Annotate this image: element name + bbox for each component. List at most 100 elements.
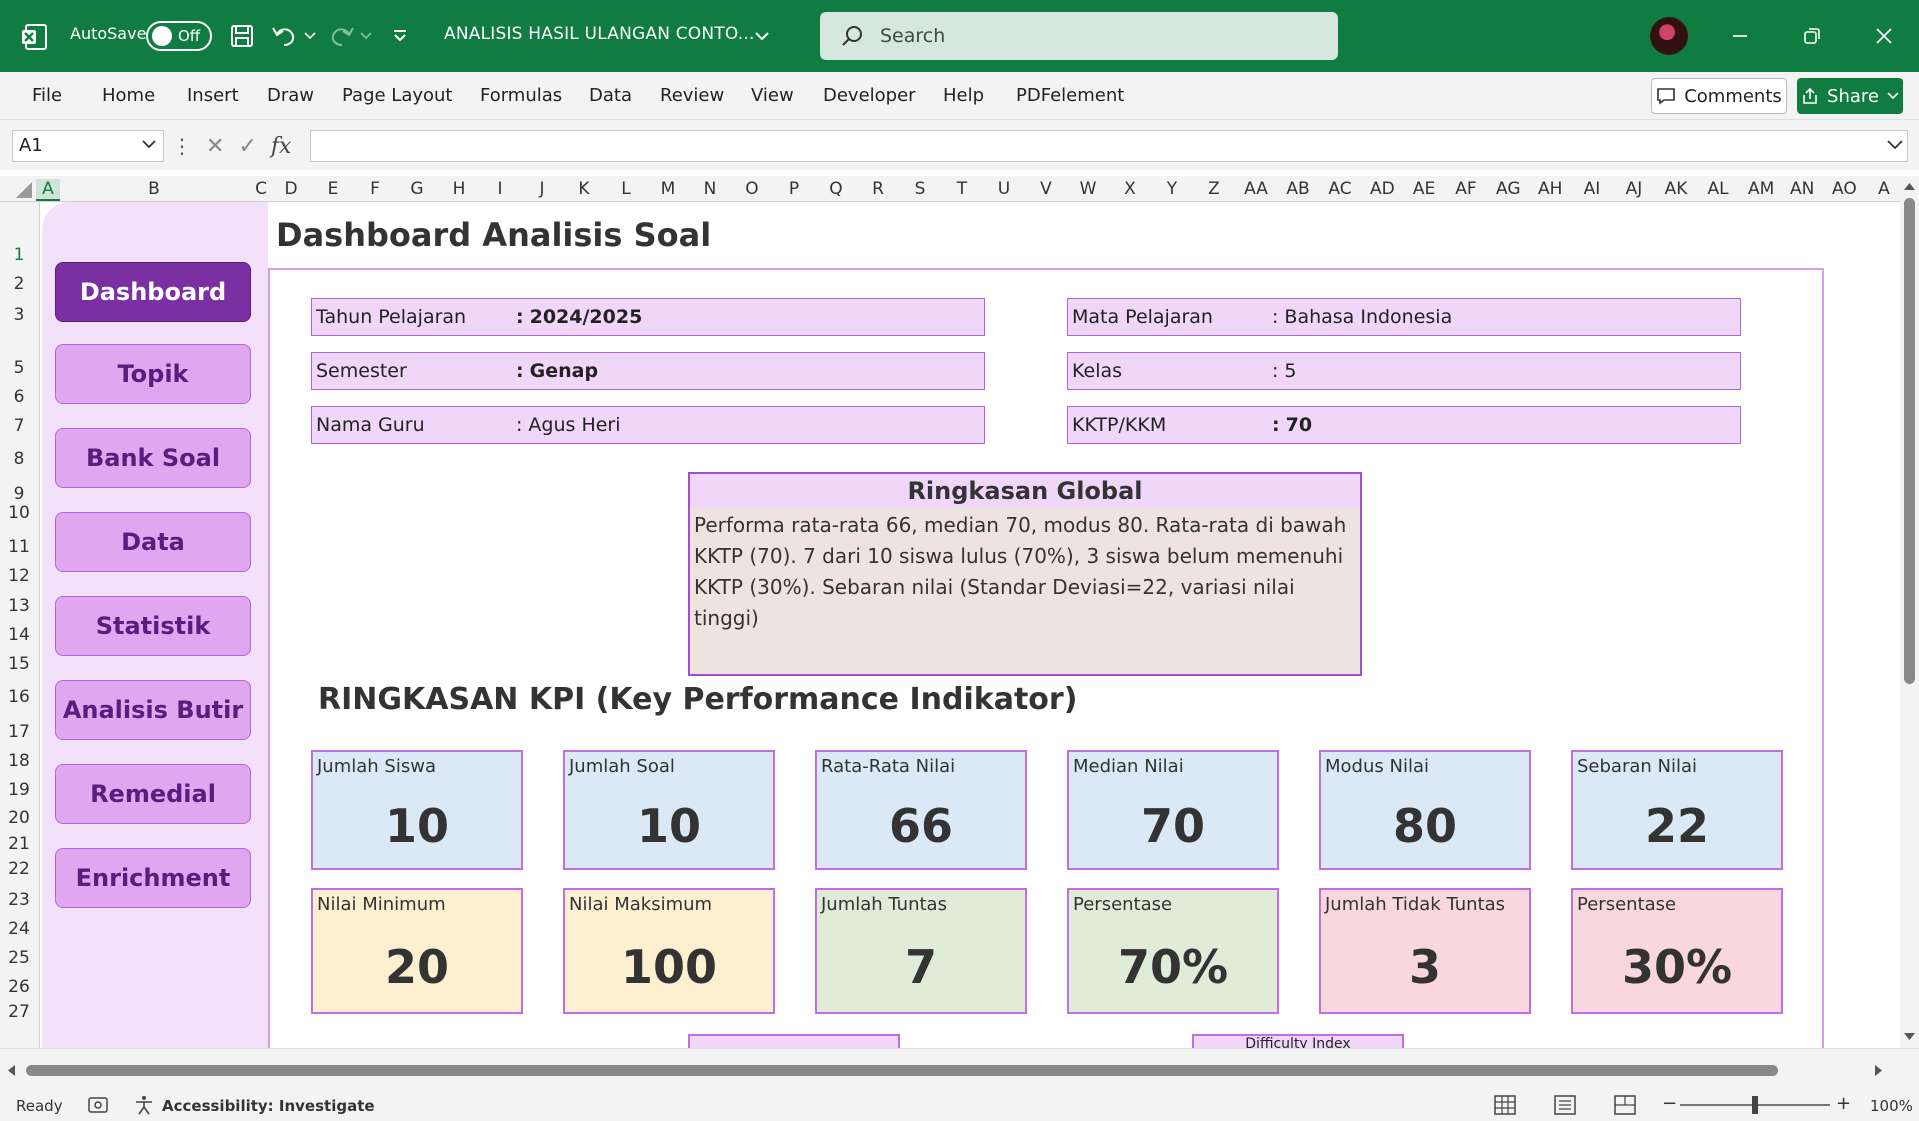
column-header[interactable]: F <box>363 179 387 199</box>
column-header[interactable]: D <box>279 179 303 199</box>
close-icon[interactable] <box>1866 18 1902 54</box>
row-header[interactable]: 10 <box>0 503 38 523</box>
column-header[interactable]: AH <box>1538 179 1562 199</box>
document-title[interactable]: ANALISIS HASIL ULANGAN CONTO... <box>444 24 755 44</box>
row-header[interactable]: 20 <box>0 808 38 828</box>
page-layout-view-icon[interactable] <box>1554 1095 1576 1115</box>
restore-icon[interactable] <box>1794 18 1830 54</box>
tab-home[interactable]: Home <box>102 85 155 106</box>
row-header[interactable]: 16 <box>0 687 38 707</box>
column-header[interactable]: L <box>614 179 638 199</box>
row-header[interactable]: 5 <box>0 358 38 378</box>
column-header[interactable]: M <box>656 179 680 199</box>
row-header[interactable]: 24 <box>0 919 38 939</box>
tab-view[interactable]: View <box>751 85 794 106</box>
column-header[interactable]: Q <box>824 179 848 199</box>
page-break-view-icon[interactable] <box>1614 1095 1636 1115</box>
redo-icon[interactable] <box>326 20 358 52</box>
normal-view-icon[interactable] <box>1494 1095 1516 1115</box>
vertical-scroll-thumb[interactable] <box>1904 198 1915 684</box>
column-header[interactable]: AC <box>1328 179 1352 199</box>
column-header[interactable]: AK <box>1664 179 1688 199</box>
row-header[interactable]: 23 <box>0 890 38 910</box>
select-all-icon[interactable] <box>14 180 34 200</box>
tab-draw[interactable]: Draw <box>267 85 314 106</box>
column-header[interactable]: O <box>740 179 764 199</box>
accessibility-status[interactable]: Accessibility: Investigate <box>162 1097 375 1115</box>
row-header[interactable]: 6 <box>0 387 38 407</box>
nav-button-remedial[interactable]: Remedial <box>55 764 251 824</box>
column-header[interactable]: P <box>782 179 806 199</box>
column-header[interactable]: X <box>1118 179 1142 199</box>
macro-recording-icon[interactable] <box>88 1096 108 1114</box>
column-header[interactable]: AN <box>1790 179 1814 199</box>
row-header[interactable]: 14 <box>0 625 38 645</box>
row-header[interactable]: 1 <box>0 245 38 265</box>
tab-page-layout[interactable]: Page Layout <box>342 85 453 106</box>
column-header[interactable]: AF <box>1454 179 1478 199</box>
search-box[interactable]: Search <box>820 12 1338 60</box>
nav-button-statistik[interactable]: Statistik <box>55 596 251 656</box>
column-header[interactable]: AJ <box>1622 179 1646 199</box>
nav-button-analisis-butir[interactable]: Analisis Butir <box>55 680 251 740</box>
column-header[interactable]: AM <box>1748 179 1774 199</box>
expand-formula-bar-icon[interactable] <box>1886 138 1904 152</box>
column-header[interactable]: K <box>572 179 596 199</box>
minimize-icon[interactable] <box>1722 18 1758 54</box>
row-header[interactable]: 19 <box>0 780 38 800</box>
tab-developer[interactable]: Developer <box>823 85 916 106</box>
nav-button-bank-soal[interactable]: Bank Soal <box>55 428 251 488</box>
column-header[interactable]: AA <box>1244 179 1268 199</box>
scroll-down-icon[interactable] <box>1903 1032 1916 1042</box>
row-header[interactable]: 8 <box>0 449 38 469</box>
row-header[interactable]: 26 <box>0 977 38 997</box>
column-header[interactable]: H <box>447 179 471 199</box>
column-header[interactable]: R <box>866 179 890 199</box>
row-header[interactable]: 7 <box>0 416 38 436</box>
column-header[interactable]: V <box>1034 179 1058 199</box>
tab-data[interactable]: Data <box>589 85 632 106</box>
row-header[interactable]: 11 <box>0 537 38 557</box>
enter-icon[interactable]: ✓ <box>238 134 256 159</box>
row-header[interactable]: 18 <box>0 751 38 771</box>
zoom-in-icon[interactable]: + <box>1836 1093 1851 1114</box>
row-header[interactable]: 15 <box>0 654 38 674</box>
name-box[interactable]: A1 <box>12 130 164 162</box>
horizontal-scroll-thumb[interactable] <box>26 1065 1778 1076</box>
zoom-level[interactable]: 100% <box>1870 1097 1913 1115</box>
nav-button-enrichment[interactable]: Enrichment <box>55 848 251 908</box>
column-header[interactable]: U <box>992 179 1016 199</box>
column-header[interactable]: B <box>142 179 166 199</box>
undo-icon[interactable] <box>268 20 300 52</box>
avatar[interactable] <box>1650 17 1688 55</box>
formula-input[interactable] <box>310 130 1908 162</box>
scroll-left-icon[interactable] <box>6 1064 16 1077</box>
column-header[interactable]: E <box>321 179 345 199</box>
horizontal-scrollbar[interactable] <box>0 1048 1919 1090</box>
column-header[interactable]: AI <box>1580 179 1604 199</box>
row-header[interactable]: 21 <box>0 834 38 854</box>
nav-button-dashboard[interactable]: Dashboard <box>55 262 251 322</box>
vertical-scrollbar[interactable] <box>1900 176 1919 1048</box>
column-header[interactable]: I <box>488 179 512 199</box>
document-title-chevron-icon[interactable] <box>746 20 778 52</box>
undo-dropdown-chevron-icon[interactable] <box>300 20 320 52</box>
more-options-icon[interactable]: ⋮ <box>172 134 192 158</box>
insert-function-icon[interactable]: fx <box>271 134 292 159</box>
column-header[interactable]: Y <box>1160 179 1184 199</box>
row-header[interactable]: 13 <box>0 596 38 616</box>
share-button[interactable]: Share <box>1797 78 1903 114</box>
row-header[interactable]: 25 <box>0 948 38 968</box>
column-header[interactable]: T <box>950 179 974 199</box>
redo-dropdown-chevron-icon[interactable] <box>356 20 376 52</box>
column-header[interactable]: AG <box>1496 179 1521 199</box>
column-header[interactable]: G <box>405 179 429 199</box>
column-header[interactable]: AB <box>1286 179 1310 199</box>
tab-review[interactable]: Review <box>660 85 724 106</box>
row-header[interactable]: 3 <box>0 305 38 325</box>
row-header[interactable]: 2 <box>0 274 38 294</box>
tab-file[interactable]: File <box>32 85 62 106</box>
scroll-right-icon[interactable] <box>1874 1064 1884 1077</box>
column-header[interactable]: W <box>1076 179 1100 199</box>
column-header[interactable]: Z <box>1202 179 1226 199</box>
